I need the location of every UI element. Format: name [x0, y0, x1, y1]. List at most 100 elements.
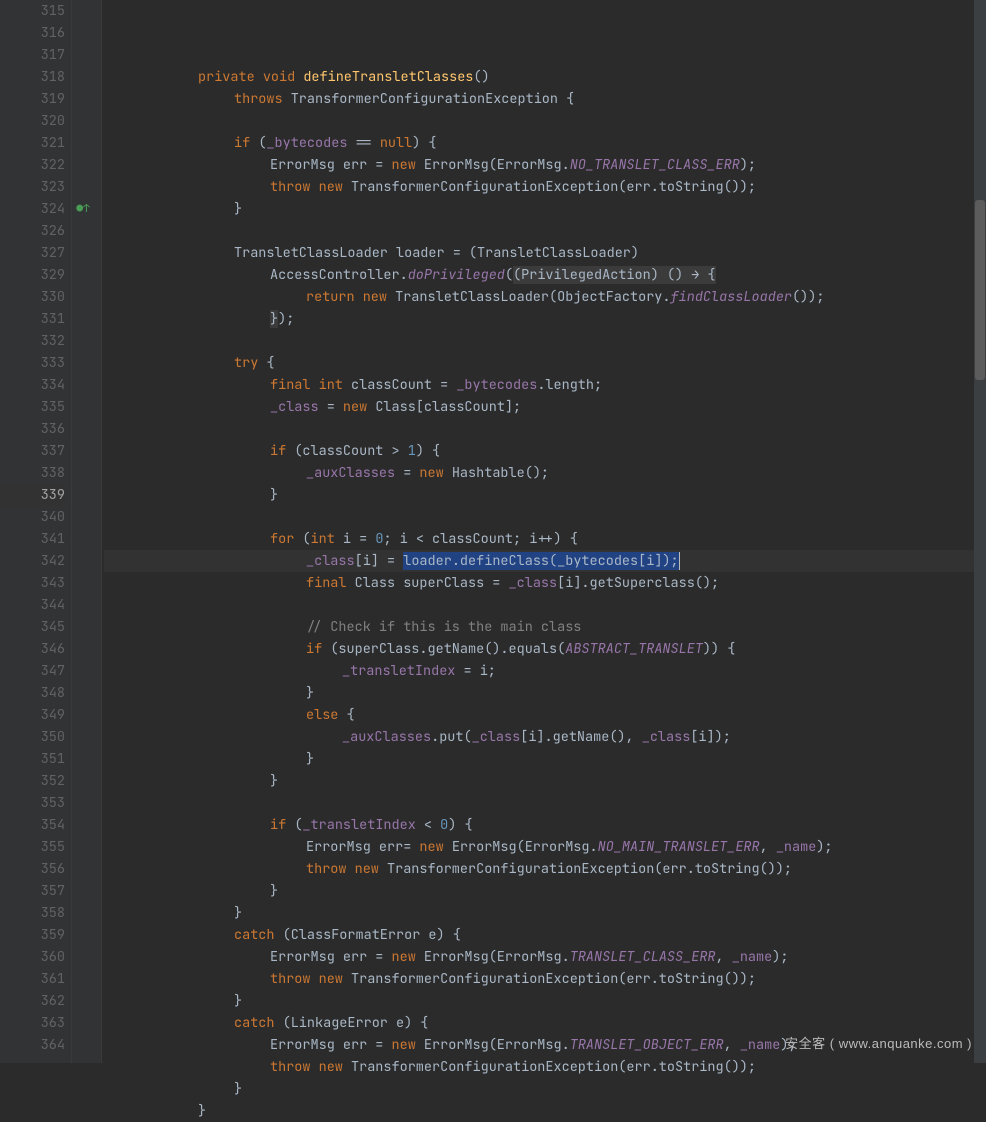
code-line[interactable]: } [104, 990, 986, 1012]
token-fld: _transletIndex [342, 662, 455, 680]
token-id: } [234, 904, 242, 922]
token-kw: return new [306, 288, 395, 306]
token-fld: _name [732, 948, 773, 966]
line-number-gutter: 3153163173183193203213223233243263273293… [0, 0, 72, 1063]
token-kw: throw new [306, 860, 387, 878]
line-number: 355 [0, 836, 65, 858]
line-number: 333 [0, 352, 65, 374]
code-line[interactable]: _class[i] = loader.defineClass(_bytecode… [104, 550, 986, 572]
token-id: ErrorMsg(ErrorMsg. [424, 1036, 570, 1054]
code-line[interactable]: _transletIndex = i; [104, 660, 986, 682]
line-number: 338 [0, 462, 65, 484]
code-line[interactable]: catch (ClassFormatError e) { [104, 924, 986, 946]
token-kw: if [270, 442, 294, 460]
code-line[interactable]: catch (LinkageError e) { [104, 1012, 986, 1034]
token-id: ErrorMsg(ErrorMsg. [424, 156, 570, 174]
token-kw: if [234, 134, 258, 152]
code-line[interactable]: } [104, 198, 986, 220]
code-line[interactable]: } [104, 1078, 986, 1100]
code-line[interactable] [104, 594, 986, 616]
code-line[interactable] [104, 506, 986, 528]
code-line[interactable]: if (_transletIndex < 0) { [104, 814, 986, 836]
token-kw: final int [270, 376, 351, 394]
code-line[interactable]: throw new TransformerConfigurationExcept… [104, 1056, 986, 1078]
code-area[interactable]: private void defineTransletClasses()thro… [102, 0, 986, 1063]
code-line[interactable]: ErrorMsg err= new ErrorMsg(ErrorMsg.NO_M… [104, 836, 986, 858]
token-caret [679, 552, 680, 570]
token-stat: findClassLoader [671, 288, 793, 306]
token-id: , [724, 1036, 740, 1054]
code-line[interactable]: if (_bytecodes == null) { [104, 132, 986, 154]
code-line[interactable]: throw new TransformerConfigurationExcept… [104, 176, 986, 198]
code-line[interactable]: else { [104, 704, 986, 726]
token-kw: new [419, 838, 451, 856]
token-kw: new [392, 1036, 424, 1054]
code-line[interactable]: throw new TransformerConfigurationExcept… [104, 968, 986, 990]
code-line[interactable]: final Class superClass = _class[i].getSu… [104, 572, 986, 594]
code-line[interactable]: if (classCount > 1) { [104, 440, 986, 462]
code-line[interactable]: ErrorMsg err = new ErrorMsg(ErrorMsg.NO_… [104, 154, 986, 176]
line-number: 326 [0, 220, 65, 242]
code-line[interactable]: for (int i = 0; i < classCount; i++) { [104, 528, 986, 550]
line-number: 354 [0, 814, 65, 836]
token-fld: _class [270, 398, 319, 416]
code-editor[interactable]: 3153163173183193203213223233243263273293… [0, 0, 986, 1063]
code-line[interactable] [104, 792, 986, 814]
token-id: [i] = [355, 552, 404, 570]
code-line[interactable]: ErrorMsg err = new ErrorMsg(ErrorMsg.TRA… [104, 946, 986, 968]
line-number: 329 [0, 264, 65, 286]
code-line[interactable]: // Check if this is the main class [104, 616, 986, 638]
token-id: Class superClass = [355, 574, 509, 592]
code-line[interactable]: throw new TransformerConfigurationExcept… [104, 858, 986, 880]
token-id: ErrorMsg err = [270, 156, 392, 174]
token-id: == [347, 134, 379, 152]
code-line[interactable]: AccessController.doPrivileged((Privilege… [104, 264, 986, 286]
code-line[interactable] [104, 418, 986, 440]
code-line[interactable] [104, 330, 986, 352]
line-number: 334 [0, 374, 65, 396]
code-line[interactable]: } [104, 748, 986, 770]
line-number: 360 [0, 946, 65, 968]
line-number: 351 [0, 748, 65, 770]
code-line[interactable]: TransletClassLoader loader = (TransletCl… [104, 242, 986, 264]
line-number: 364 [0, 1034, 65, 1056]
token-lambda-param: } [270, 310, 278, 328]
code-line[interactable]: } [104, 1100, 986, 1122]
line-number: 359 [0, 924, 65, 946]
scrollbar-thumb[interactable] [975, 200, 985, 380]
code-line[interactable] [104, 220, 986, 242]
code-line[interactable]: _auxClasses = new Hashtable(); [104, 462, 986, 484]
code-line[interactable]: private void defineTransletClasses() [104, 66, 986, 88]
code-line[interactable]: _class = new Class[classCount]; [104, 396, 986, 418]
code-line[interactable]: } [104, 484, 986, 506]
code-line[interactable]: } [104, 682, 986, 704]
code-line[interactable]: throws TransformerConfigurationException… [104, 88, 986, 110]
token-kw: new [343, 398, 375, 416]
code-line[interactable]: final int classCount = _bytecodes.length… [104, 374, 986, 396]
token-fld: _class [509, 574, 558, 592]
token-id: TransletClassLoader loader = (TransletCl… [234, 244, 639, 262]
line-number: 344 [0, 594, 65, 616]
token-id: ( [302, 530, 310, 548]
vertical-scrollbar[interactable] [974, 0, 986, 1063]
token-stat: ABSTRACT_TRANSLET [565, 640, 703, 658]
code-line[interactable]: if (superClass.getName().equals(ABSTRACT… [104, 638, 986, 660]
token-fld: _transletIndex [302, 816, 415, 834]
code-line[interactable]: } [104, 902, 986, 924]
code-line[interactable]: try { [104, 352, 986, 374]
code-line[interactable]: } [104, 880, 986, 902]
code-line[interactable]: _auxClasses.put(_class[i].getName(), _cl… [104, 726, 986, 748]
code-line[interactable]: } [104, 770, 986, 792]
token-fld: _auxClasses [306, 464, 395, 482]
token-id: } [234, 1080, 242, 1098]
code-line[interactable]: return new TransletClassLoader(ObjectFac… [104, 286, 986, 308]
token-id: ErrorMsg(ErrorMsg. [452, 838, 598, 856]
code-line[interactable] [104, 110, 986, 132]
token-fld: _name [776, 838, 817, 856]
token-lambda-param: (PrivilegedAction) () → { [513, 266, 716, 284]
code-line[interactable]: }); [104, 308, 986, 330]
line-number: 346 [0, 638, 65, 660]
line-number: 345 [0, 616, 65, 638]
token-id: )) { [703, 640, 735, 658]
line-number: 327 [0, 242, 65, 264]
